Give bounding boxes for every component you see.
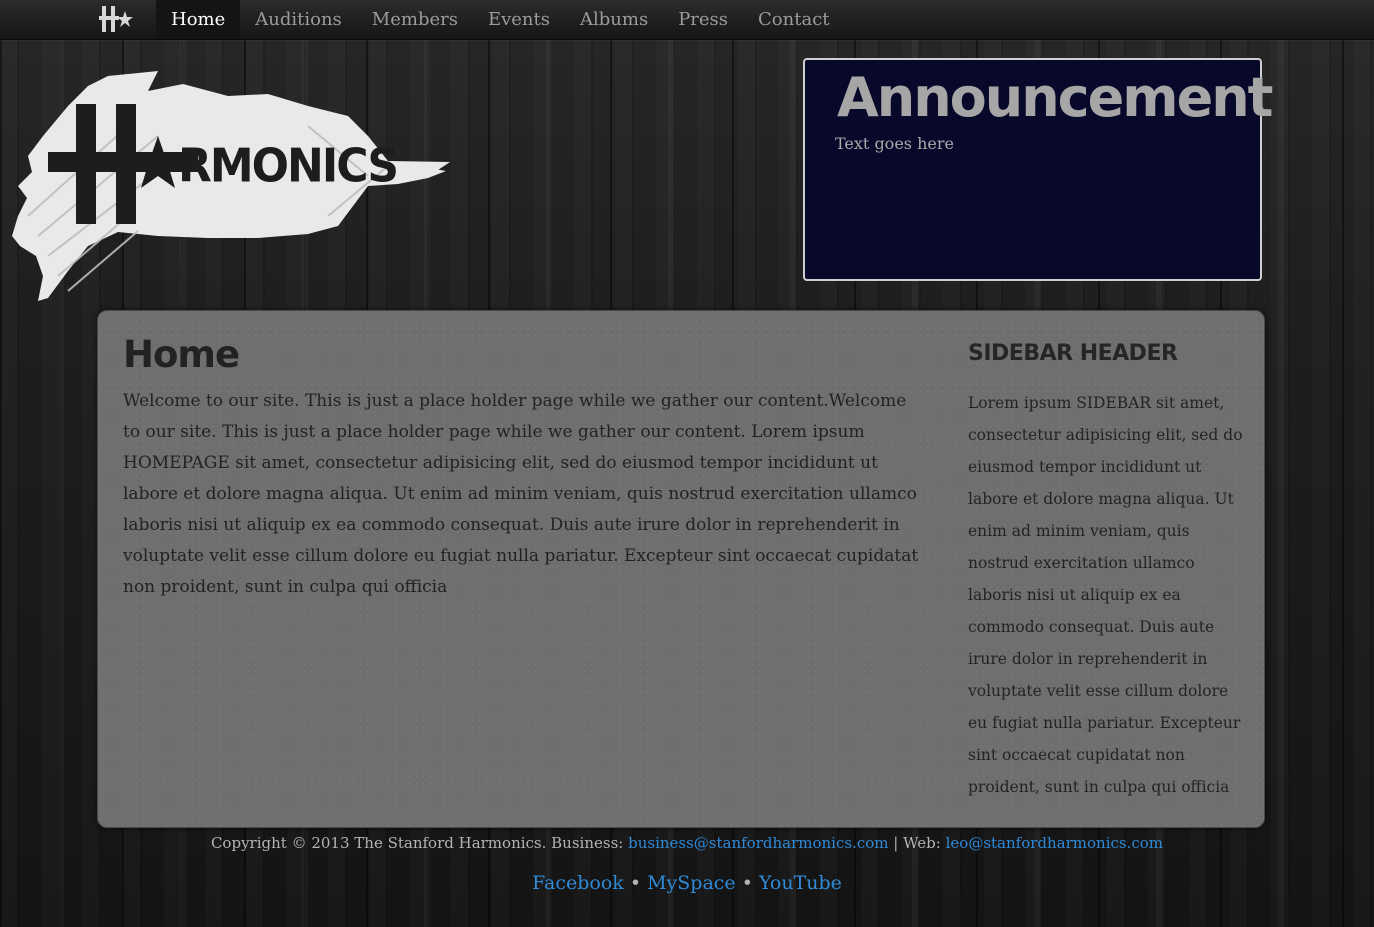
announcement-box: Announcement Text goes here — [803, 58, 1273, 281]
footer-copyright-line: Copyright © 2013 The Stanford Harmonics.… — [0, 834, 1374, 852]
copyright-text: Copyright © 2013 The Stanford Harmonics.… — [210, 834, 624, 852]
main-nav: Home Auditions Members Events Albums Pre… — [156, 0, 845, 39]
web-email-link[interactable]: leo@stanfordharmonics.com — [946, 834, 1163, 852]
page-body-text: Welcome to our site. This is just a plac… — [123, 391, 919, 597]
nav-item-press[interactable]: Press — [663, 0, 743, 39]
business-email-link[interactable]: business@stanfordharmonics.com — [628, 834, 888, 852]
footer-social-links: Facebook • MySpace • YouTube — [0, 872, 1374, 894]
sidebar-header: SIDEBAR HEADER — [968, 341, 1178, 366]
nav-item-events[interactable]: Events — [473, 0, 565, 39]
content-panel: Home Welcome to our site. This is just a… — [97, 310, 1265, 828]
myspace-link[interactable]: MySpace — [647, 872, 736, 894]
sidebar-body-text: Lorem ipsum SIDEBAR sit amet, consectetu… — [968, 394, 1243, 796]
nav-item-contact[interactable]: Contact — [743, 0, 844, 39]
youtube-link[interactable]: YouTube — [759, 872, 842, 894]
top-navbar: Home Auditions Members Events Albums Pre… — [0, 0, 1374, 40]
harmonics-h-star-icon[interactable] — [99, 5, 135, 33]
announcement-title: Announcement — [837, 66, 1273, 129]
nav-item-members[interactable]: Members — [357, 0, 473, 39]
nav-item-home[interactable]: Home — [156, 0, 241, 39]
separator-dot: • — [629, 872, 642, 894]
separator-dot: • — [741, 872, 753, 894]
announcement-text: Text goes here — [835, 134, 954, 153]
harmonics-logo[interactable]: RMONICS — [8, 66, 450, 304]
facebook-link[interactable]: Facebook — [532, 872, 624, 894]
page-title: Home — [123, 333, 240, 376]
web-label: | Web: — [893, 834, 941, 852]
nav-item-auditions[interactable]: Auditions — [240, 0, 357, 39]
nav-item-albums[interactable]: Albums — [565, 0, 663, 39]
svg-text:RMONICS: RMONICS — [178, 138, 397, 192]
